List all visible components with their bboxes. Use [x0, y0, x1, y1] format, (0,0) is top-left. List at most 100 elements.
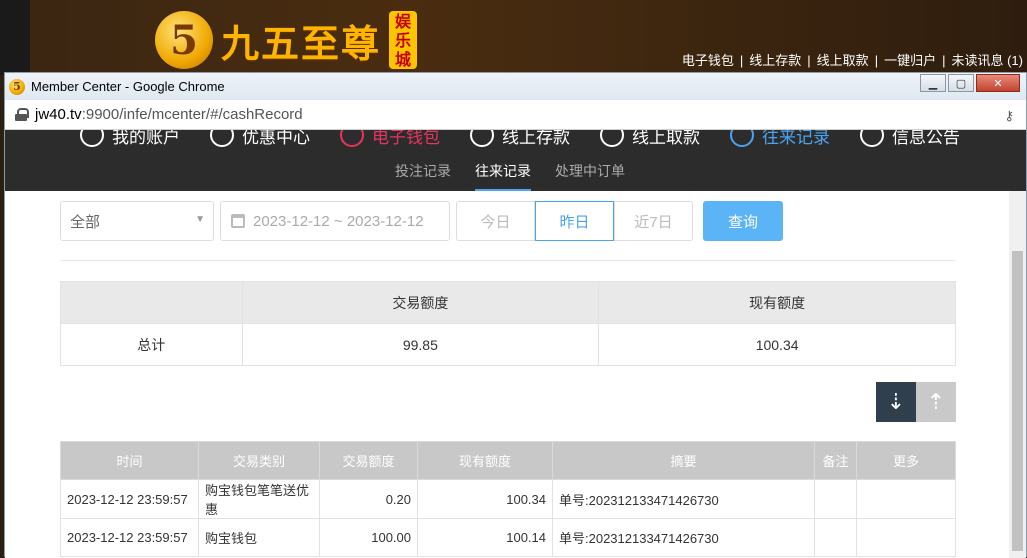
- cell-amount: 100.00: [319, 518, 418, 557]
- url-path: :9900/infe/mcenter/#/cashRecord: [81, 106, 303, 123]
- chrome-popup-window: 5 Member Center - Google Chrome ▁ ▢ ✕ jw…: [4, 72, 1027, 558]
- nav-item-label: 优惠中心: [242, 130, 310, 147]
- nav-main: 我的账户 优惠中心 电子钱包 线上存款 线上取款 往来记录 信息公告: [80, 130, 990, 150]
- column-header: 时间: [60, 441, 199, 480]
- site-logo[interactable]: 5 九五至尊 娱 乐 城: [155, 11, 418, 69]
- nav-item-label: 信息公告: [892, 130, 960, 147]
- url-text[interactable]: jw40.tv:9900/infe/mcenter/#/cashRecord: [35, 106, 303, 123]
- tab-bet-records[interactable]: 投注记录: [383, 155, 463, 191]
- nav-item-withdraw[interactable]: 线上取款: [600, 130, 700, 150]
- category-select[interactable]: 全部 ▼: [60, 201, 214, 241]
- cell-summary: 单号:202312133471426730: [552, 518, 815, 557]
- nav-item-label: 线上取款: [632, 130, 700, 147]
- table-row: 2023-12-12 23:59:57 购宝钱包 100.00 100.14 单…: [60, 518, 956, 557]
- cell-balance: 100.34: [417, 479, 553, 519]
- column-header: 备注: [814, 441, 857, 480]
- nav-item-promotions[interactable]: 优惠中心: [210, 130, 310, 150]
- nav-item-announcements[interactable]: 信息公告: [860, 130, 960, 150]
- address-bar[interactable]: jw40.tv:9900/infe/mcenter/#/cashRecord ⚷: [5, 100, 1026, 130]
- scrollbar-thumb[interactable]: [1012, 251, 1023, 551]
- column-header: 现有额度: [417, 441, 553, 480]
- nav-item-deposit[interactable]: 线上存款: [470, 130, 570, 150]
- summary-label: 总计: [60, 323, 243, 366]
- cell-summary: 单号:202312133471426730: [552, 479, 815, 519]
- nav-item-label: 往来记录: [762, 130, 830, 147]
- cell-more[interactable]: [856, 479, 956, 519]
- summary-balance: 100.34: [598, 323, 956, 366]
- summary-trade-amount: 99.85: [241, 323, 600, 366]
- url-host: jw40.tv: [35, 106, 82, 123]
- query-button[interactable]: 查询: [703, 201, 783, 241]
- wallet-icon: [340, 130, 364, 147]
- summary-header-cell: 交易额度: [241, 281, 600, 324]
- column-header: 更多: [856, 441, 956, 480]
- filter-bar: 全部 ▼ 2023-12-12 ~ 2023-12-12 今日 昨日 近7日 查…: [60, 201, 783, 241]
- logo-badge-char: 城: [395, 49, 412, 69]
- top-link-wallet[interactable]: 电子钱包: [682, 53, 734, 68]
- quick-range-group: 今日 昨日 近7日: [456, 201, 693, 241]
- sub-tabs: 投注记录 往来记录 处理中订单: [383, 155, 637, 191]
- window-title: Member Center - Google Chrome: [31, 79, 225, 94]
- vertical-scrollbar[interactable]: [1009, 191, 1026, 558]
- top-link-messages[interactable]: 未读讯息 (1): [951, 53, 1023, 68]
- window-titlebar[interactable]: 5 Member Center - Google Chrome ▁ ▢ ✕: [5, 73, 1026, 100]
- user-icon: [80, 130, 104, 147]
- nav-item-label: 线上存款: [502, 130, 570, 147]
- top-link-deposit[interactable]: 线上存款: [749, 53, 801, 68]
- cell-balance: 100.14: [417, 518, 553, 557]
- nav-item-wallet[interactable]: 电子钱包: [340, 130, 440, 150]
- date-range-value: 2023-12-12 ~ 2023-12-12: [253, 212, 424, 230]
- records-icon: [730, 130, 754, 147]
- lock-icon: [15, 108, 29, 121]
- cell-type: 购宝钱包笔笔送优惠: [198, 479, 320, 519]
- bell-icon: [860, 130, 884, 147]
- nav-item-records[interactable]: 往来记录: [730, 130, 830, 150]
- app-logo-icon: 5: [9, 78, 25, 95]
- key-icon[interactable]: ⚷: [1004, 109, 1014, 124]
- tab-cash-records[interactable]: 往来记录: [463, 155, 543, 191]
- close-button[interactable]: ✕: [976, 74, 1020, 92]
- sort-desc-icon[interactable]: ⇣: [876, 382, 916, 422]
- logo-badge-char: 娱: [395, 11, 412, 31]
- left-strip: [0, 0, 30, 75]
- column-header: 摘要: [552, 441, 815, 480]
- withdraw-icon: [600, 130, 624, 147]
- cell-time: 2023-12-12 23:59:57: [60, 518, 199, 557]
- cell-amount: 0.20: [319, 479, 418, 519]
- cell-note: [814, 518, 857, 557]
- summary-header-row: 交易额度 现有额度: [60, 281, 956, 324]
- column-header: 交易额度: [319, 441, 418, 480]
- records-table: 时间 交易类别 交易额度 现有额度 摘要 备注 更多 2023-12-12 23…: [60, 441, 956, 557]
- today-button[interactable]: 今日: [456, 201, 535, 241]
- cell-time: 2023-12-12 23:59:57: [60, 479, 199, 519]
- nav-item-label: 我的账户: [112, 130, 180, 147]
- maximize-button[interactable]: ▢: [948, 74, 974, 92]
- logo-badge: 娱 乐 城: [389, 11, 418, 69]
- yesterday-button[interactable]: 昨日: [535, 201, 614, 241]
- summary-table: 交易额度 现有额度 总计 99.85 100.34: [60, 281, 956, 366]
- tab-pending-orders[interactable]: 处理中订单: [543, 155, 637, 191]
- table-row: 2023-12-12 23:59:57 购宝钱包笔笔送优惠 0.20 100.3…: [60, 479, 956, 519]
- top-links: 电子钱包 | 线上存款 | 线上取款 | 一键归户 | 未读讯息 (1): [681, 53, 1023, 68]
- divider: [60, 260, 956, 261]
- minimize-button[interactable]: ▁: [920, 74, 946, 92]
- logo-badge-char: 乐: [395, 30, 412, 50]
- cell-type: 购宝钱包: [198, 518, 320, 557]
- nav-item-account[interactable]: 我的账户: [80, 130, 180, 150]
- summary-row: 总计 99.85 100.34: [60, 323, 956, 366]
- window-controls: ▁ ▢ ✕: [918, 74, 1020, 92]
- summary-header-cell: [60, 281, 243, 324]
- sort-asc-icon[interactable]: ⇡: [916, 382, 956, 422]
- calendar-icon: [231, 214, 245, 228]
- cell-note: [814, 479, 857, 519]
- last-7-days-button[interactable]: 近7日: [614, 201, 693, 241]
- logo-text: 九五至尊: [221, 20, 382, 66]
- content-area: 全部 ▼ 2023-12-12 ~ 2023-12-12 今日 昨日 近7日 查…: [5, 191, 1009, 558]
- cell-more[interactable]: [856, 518, 956, 557]
- sort-buttons: ⇣ ⇡: [876, 382, 956, 422]
- top-link-withdraw[interactable]: 线上取款: [817, 53, 869, 68]
- top-link-merge[interactable]: 一键归户: [884, 53, 936, 68]
- date-range-input[interactable]: 2023-12-12 ~ 2023-12-12: [220, 201, 450, 241]
- nav-item-label: 电子钱包: [372, 130, 440, 147]
- records-header-row: 时间 交易类别 交易额度 现有额度 摘要 备注 更多: [60, 441, 956, 480]
